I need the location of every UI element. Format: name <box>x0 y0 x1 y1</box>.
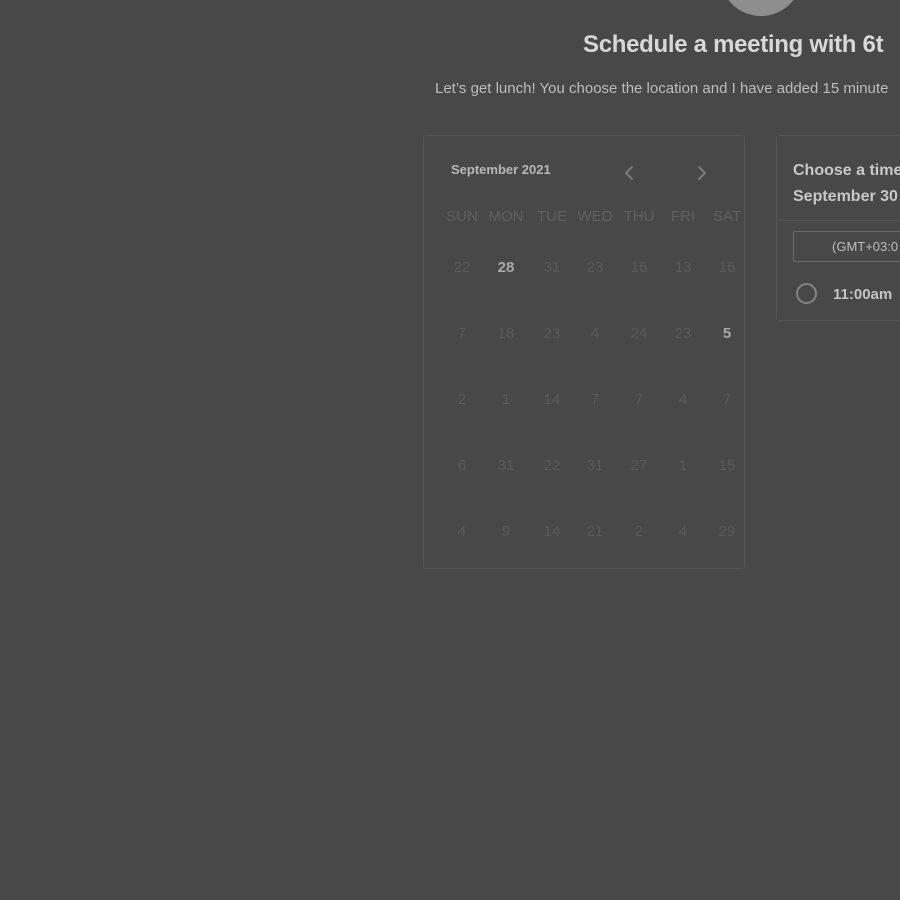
weekday-header: SAT <box>712 208 742 225</box>
weekday-header: MON <box>488 208 524 225</box>
host-avatar <box>720 0 802 16</box>
calendar-day: 23 <box>674 325 692 342</box>
weekday-header: SUN <box>446 208 478 225</box>
calendar-day: 18 <box>497 325 515 342</box>
calendar-day: 22 <box>543 457 561 474</box>
calendar-day: 29 <box>718 523 736 540</box>
time-slot-label: 11:00am <box>833 286 893 303</box>
time-heading-title: Choose a time <box>793 162 900 179</box>
calendar-day: 31 <box>497 457 515 474</box>
calendar-day: 6 <box>457 457 467 474</box>
calendar-day: 23 <box>586 259 604 276</box>
weekday-header: THU <box>623 208 655 225</box>
calendar-day: 4 <box>590 325 600 342</box>
chevron-left-icon <box>625 166 633 180</box>
calendar-day: 2 <box>457 391 467 408</box>
selected-date: September 30 <box>793 188 898 205</box>
calendar-day-available[interactable]: 28 <box>498 259 515 276</box>
calendar-day: 4 <box>457 523 467 540</box>
weekday-header: FRI <box>670 208 696 225</box>
calendar-day: 16 <box>718 259 736 276</box>
scheduling-page: Schedule a meeting with 6t Let’s get lun… <box>0 0 900 900</box>
calendar-day: 9 <box>501 523 511 540</box>
calendar-day: 22 <box>453 259 471 276</box>
divider <box>777 220 900 221</box>
previous-month-button[interactable] <box>620 162 640 184</box>
calendar-day: 4 <box>678 523 688 540</box>
time-slot-option[interactable]: 11:00am <box>795 282 900 308</box>
next-month-button[interactable] <box>692 162 712 184</box>
weekday-header: WED <box>577 208 613 225</box>
weekday-header: TUE <box>537 208 567 225</box>
calendar-card: September 2021 SUN MON TUE WED THU FRI SAT 22 28… <box>423 135 745 569</box>
time-selection-card: Choose a time September 30 (GMT+03:0 11:… <box>776 135 900 321</box>
calendar-day: 13 <box>674 259 692 276</box>
radio-unselected-icon <box>796 283 817 304</box>
calendar-day: 2 <box>634 523 644 540</box>
calendar-day: 7 <box>634 391 644 408</box>
calendar-day-available[interactable]: 5 <box>723 325 731 342</box>
calendar-day: 1 <box>678 457 688 474</box>
calendar-day: 23 <box>543 325 561 342</box>
calendar-day: 31 <box>586 457 604 474</box>
calendar-day: 7 <box>722 391 732 408</box>
month-label: September 2021 <box>451 162 551 177</box>
calendar-day: 21 <box>586 523 604 540</box>
meeting-description: Let’s get lunch! You choose the location… <box>435 80 889 97</box>
timezone-select[interactable]: (GMT+03:0 <box>793 231 900 262</box>
time-heading: Choose a time September 30 <box>793 158 900 210</box>
page-title: Schedule a meeting with 6t <box>583 31 884 58</box>
calendar-day: 24 <box>630 325 648 342</box>
calendar-day: 7 <box>457 325 467 342</box>
calendar-day: 27 <box>630 457 648 474</box>
calendar-day: 1 <box>501 391 511 408</box>
calendar-day: 15 <box>718 457 736 474</box>
calendar-day: 4 <box>678 391 688 408</box>
calendar-day: 14 <box>543 523 561 540</box>
calendar-day: 16 <box>630 259 648 276</box>
calendar-day: 7 <box>590 391 600 408</box>
calendar-day: 14 <box>543 391 561 408</box>
chevron-right-icon <box>698 166 706 180</box>
calendar-day: 31 <box>543 259 561 276</box>
